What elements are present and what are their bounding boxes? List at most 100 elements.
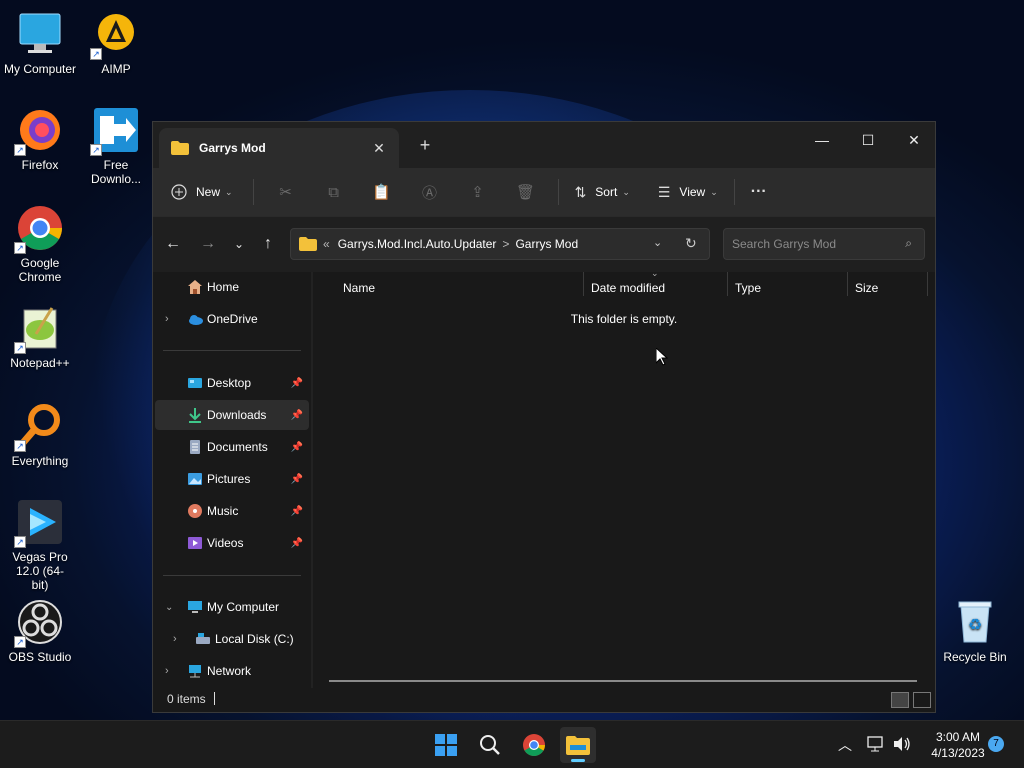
desktop-icon-everything[interactable]: ↗ Everything xyxy=(0,402,80,468)
share-icon[interactable]: ⇪ xyxy=(454,183,502,201)
new-tab-button[interactable]: + xyxy=(415,135,435,156)
search-input[interactable] xyxy=(732,237,892,251)
navigation-pane: Home › OneDrive Desktop 📌 Downloads 📌 Do… xyxy=(153,272,311,688)
view-button[interactable]: ☰ View ⌄ xyxy=(658,184,718,201)
details-view-button[interactable] xyxy=(891,692,909,708)
close-window-button[interactable]: ✕ xyxy=(891,126,937,154)
tab-garrys-mod[interactable]: Garrys Mod ✕ xyxy=(159,128,399,168)
taskbar-file-explorer[interactable] xyxy=(560,727,596,763)
taskbar-chrome[interactable] xyxy=(516,727,552,763)
desktop-icon-free-download-manager[interactable]: ↗ Free Downlo... xyxy=(76,106,156,186)
pin-icon[interactable]: 📌 xyxy=(291,538,303,549)
new-button[interactable]: New ⌄ xyxy=(171,184,233,200)
document-icon xyxy=(190,440,200,454)
desktop-icon-notepad-plus-plus[interactable]: ↗ Notepad++ xyxy=(0,304,80,370)
explorer-body: Home › OneDrive Desktop 📌 Downloads 📌 Do… xyxy=(153,268,935,688)
see-more-button[interactable]: ··· xyxy=(751,183,767,201)
file-explorer-window[interactable]: Garrys Mod ✕ + — ☐ ✕ New ⌄ ✂ ⧉ 📋 Ⓐ ⇪ 🗑 ⇅… xyxy=(152,121,936,713)
cloud-icon xyxy=(189,315,203,325)
desktop-icon-my-computer[interactable]: My Computer xyxy=(0,10,80,76)
sort-button[interactable]: ⇅ Sort ⌄ xyxy=(575,184,630,201)
column-divider[interactable] xyxy=(583,272,584,296)
nav-item-local-disk[interactable]: › Local Disk (C:) xyxy=(155,624,309,654)
address-dropdown-chevron-icon[interactable]: ⌄ xyxy=(653,236,662,249)
desktop-icon-google-chrome[interactable]: ↗ Google Chrome xyxy=(0,204,80,284)
pin-icon[interactable]: 📌 xyxy=(291,474,303,485)
desktop-icon-obs-studio[interactable]: ↗ OBS Studio xyxy=(0,598,80,664)
maximize-button[interactable]: ☐ xyxy=(845,126,891,154)
mouse-pointer-icon xyxy=(656,348,668,366)
search-box[interactable]: ⌕ xyxy=(723,228,925,260)
chevron-down-icon[interactable]: ⌄ xyxy=(165,602,173,613)
nav-item-my-computer[interactable]: ⌄ My Computer xyxy=(155,592,309,622)
chevron-right-icon[interactable]: › xyxy=(165,313,169,325)
nav-item-onedrive[interactable]: › OneDrive xyxy=(155,304,309,334)
cut-icon[interactable]: ✂ xyxy=(262,183,310,201)
column-divider[interactable] xyxy=(847,272,848,296)
notification-badge[interactable]: 7 xyxy=(988,736,1004,752)
refresh-icon[interactable]: ↻ xyxy=(685,235,697,252)
pin-icon[interactable]: 📌 xyxy=(291,442,303,453)
toolbar-divider xyxy=(252,179,254,205)
taskbar-search-button[interactable] xyxy=(472,727,508,763)
home-icon xyxy=(188,280,202,294)
horizontal-scrollbar[interactable] xyxy=(329,680,917,682)
pin-icon[interactable]: 📌 xyxy=(291,506,303,517)
column-header-size[interactable]: Size xyxy=(855,276,878,300)
chevron-right-icon[interactable]: › xyxy=(173,633,177,645)
desktop-icon-recycle-bin[interactable]: ♻ Recycle Bin xyxy=(935,598,1015,664)
desktop-icon-vegas-pro[interactable]: ↗ Vegas Pro 12.0 (64-bit) xyxy=(0,498,80,592)
desktop-icon-firefox[interactable]: ↗ Firefox xyxy=(0,106,80,172)
column-header-date-modified[interactable]: Date modified xyxy=(591,276,665,300)
copy-icon[interactable]: ⧉ xyxy=(310,184,358,201)
new-label: New xyxy=(196,185,221,199)
monitor-icon xyxy=(188,601,202,613)
network-status-icon[interactable] xyxy=(866,735,886,768)
recent-locations-chevron-icon[interactable]: ⌄ xyxy=(229,237,249,251)
column-header-type[interactable]: Type xyxy=(735,276,761,300)
nav-item-label: Music xyxy=(207,504,239,518)
nav-item-network[interactable]: › Network xyxy=(155,656,309,686)
nav-item-desktop[interactable]: Desktop 📌 xyxy=(155,368,309,398)
nav-item-downloads[interactable]: Downloads 📌 xyxy=(155,400,309,430)
tiles-view-button[interactable] xyxy=(913,692,931,708)
desktop-icon-label: My Computer xyxy=(3,62,77,76)
minimize-button[interactable]: — xyxy=(799,126,845,154)
address-bar[interactable]: « Garrys.Mod.Incl.Auto.Updater > Garrys … xyxy=(290,228,710,260)
show-hidden-icons-chevron-icon[interactable]: ︿ xyxy=(838,735,852,768)
breadcrumb-current[interactable]: Garrys Mod xyxy=(515,237,578,251)
delete-icon[interactable]: 🗑 xyxy=(502,183,550,201)
nav-item-videos[interactable]: Videos 📌 xyxy=(155,528,309,558)
back-arrow-icon[interactable]: ← xyxy=(163,235,183,253)
paste-icon[interactable]: 📋 xyxy=(358,183,406,201)
column-header-name[interactable]: Name xyxy=(343,276,375,300)
desktop-icon-label: OBS Studio xyxy=(8,650,72,664)
download-manager-icon: ↗ xyxy=(90,106,140,156)
desktop-icon-label: Notepad++ xyxy=(10,356,70,370)
music-icon xyxy=(188,504,202,518)
nav-item-pictures[interactable]: Pictures 📌 xyxy=(155,464,309,494)
nav-item-documents[interactable]: Documents 📌 xyxy=(155,432,309,462)
rename-icon[interactable]: Ⓐ xyxy=(406,182,454,203)
chrome-icon: ↗ xyxy=(14,204,64,254)
pin-icon[interactable]: 📌 xyxy=(291,410,303,421)
search-icon: ⌕ xyxy=(905,236,912,250)
close-tab-button[interactable]: ✕ xyxy=(369,138,389,158)
volume-icon[interactable] xyxy=(892,735,912,768)
forward-arrow-icon[interactable]: → xyxy=(198,235,218,253)
title-bar[interactable]: Garrys Mod ✕ + — ☐ ✕ xyxy=(153,122,935,168)
start-button[interactable] xyxy=(428,727,464,763)
file-list[interactable]: Name Date modified ⌄ Type Size This fold… xyxy=(313,268,935,688)
up-arrow-icon[interactable]: ↑ xyxy=(258,235,278,253)
column-divider[interactable] xyxy=(927,272,928,296)
clock[interactable]: 3:00 AM 4/13/2023 xyxy=(920,729,996,761)
chevron-right-icon[interactable]: › xyxy=(165,665,169,677)
column-divider[interactable] xyxy=(727,272,728,296)
overflow-crumbs-icon[interactable]: « xyxy=(323,237,330,251)
nav-item-music[interactable]: Music 📌 xyxy=(155,496,309,526)
download-arrow-icon xyxy=(189,408,201,423)
nav-item-home[interactable]: Home xyxy=(155,272,309,302)
breadcrumb-parent[interactable]: Garrys.Mod.Incl.Auto.Updater xyxy=(338,237,497,251)
desktop-icon-aimp[interactable]: ↗ AIMP xyxy=(76,10,156,76)
pin-icon[interactable]: 📌 xyxy=(291,378,303,389)
